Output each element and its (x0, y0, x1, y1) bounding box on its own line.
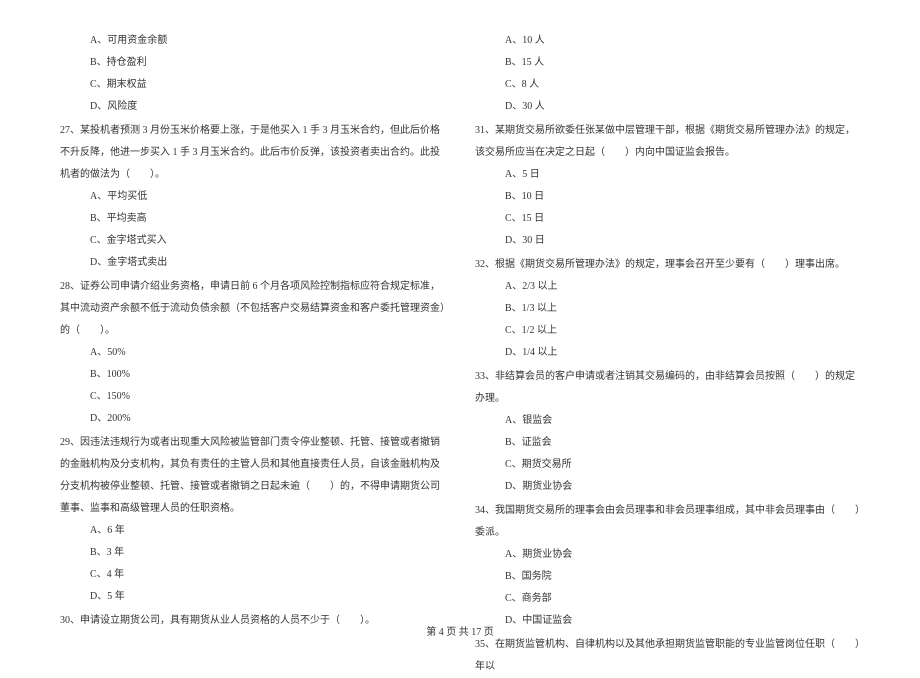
q27-option-d: D、金字塔式卖出 (60, 252, 445, 274)
q32-option-b: B、1/3 以上 (475, 298, 860, 320)
q30-option-d: D、30 人 (475, 96, 860, 118)
q33-text: 33、非结算会员的客户申请或者注销其交易编码的，由非结算会员按照（ ）的规定办理… (475, 366, 860, 410)
q26-option-c: C、期末权益 (60, 74, 445, 96)
q33-option-c: C、期货交易所 (475, 454, 860, 476)
q33-option-b: B、证监会 (475, 432, 860, 454)
q31-text: 31、某期货交易所欲委任张某做中层管理干部，根据《期货交易所管理办法》的规定，该… (475, 120, 860, 164)
page-content: A、可用资金余额 B、持仓盈利 C、期末权益 D、风险度 27、某投机者预测 3… (60, 30, 860, 590)
q26-option-d: D、风险度 (60, 96, 445, 118)
q27-option-c: C、金字塔式买入 (60, 230, 445, 252)
q29-option-d: D、5 年 (60, 586, 445, 608)
q31-option-a: A、5 日 (475, 164, 860, 186)
q28-option-d: D、200% (60, 408, 445, 430)
q27-option-a: A、平均买低 (60, 186, 445, 208)
q30-option-c: C、8 人 (475, 74, 860, 96)
q33-option-d: D、期货业协会 (475, 476, 860, 498)
q29-text: 29、因违法违规行为或者出现重大风险被监管部门责令停业整顿、托管、接管或者撤销的… (60, 432, 445, 520)
q31-option-c: C、15 日 (475, 208, 860, 230)
q28-option-a: A、50% (60, 342, 445, 364)
q34-option-b: B、国务院 (475, 566, 860, 588)
q33-option-a: A、银监会 (475, 410, 860, 432)
q27-option-b: B、平均卖高 (60, 208, 445, 230)
q35-text: 35、在期货监管机构、自律机构以及其他承担期货监管职能的专业监管岗位任职（ ）年… (475, 634, 860, 678)
page-footer: 第 4 页 共 17 页 (0, 623, 920, 638)
right-column: A、10 人 B、15 人 C、8 人 D、30 人 31、某期货交易所欲委任张… (475, 30, 860, 590)
q32-text: 32、根据《期货交易所管理办法》的规定，理事会召开至少要有（ ）理事出席。 (475, 254, 860, 276)
q28-option-b: B、100% (60, 364, 445, 386)
q31-option-b: B、10 日 (475, 186, 860, 208)
q32-option-a: A、2/3 以上 (475, 276, 860, 298)
q32-option-c: C、1/2 以上 (475, 320, 860, 342)
q34-option-a: A、期货业协会 (475, 544, 860, 566)
q30-option-b: B、15 人 (475, 52, 860, 74)
q29-option-b: B、3 年 (60, 542, 445, 564)
q28-text: 28、证券公司申请介绍业务资格，申请日前 6 个月各项风险控制指标应符合规定标准… (60, 276, 445, 342)
q31-option-d: D、30 日 (475, 230, 860, 252)
q29-option-c: C、4 年 (60, 564, 445, 586)
q29-option-a: A、6 年 (60, 520, 445, 542)
q27-text: 27、某投机者预测 3 月份玉米价格要上涨，于是他买入 1 手 3 月玉米合约，… (60, 120, 445, 186)
q34-text: 34、我国期货交易所的理事会由会员理事和非会员理事组成，其中非会员理事由（ ）委… (475, 500, 860, 544)
q34-option-c: C、商务部 (475, 588, 860, 610)
q28-option-c: C、150% (60, 386, 445, 408)
left-column: A、可用资金余额 B、持仓盈利 C、期末权益 D、风险度 27、某投机者预测 3… (60, 30, 445, 590)
q26-option-a: A、可用资金余额 (60, 30, 445, 52)
q30-option-a: A、10 人 (475, 30, 860, 52)
q32-option-d: D、1/4 以上 (475, 342, 860, 364)
q26-option-b: B、持仓盈利 (60, 52, 445, 74)
